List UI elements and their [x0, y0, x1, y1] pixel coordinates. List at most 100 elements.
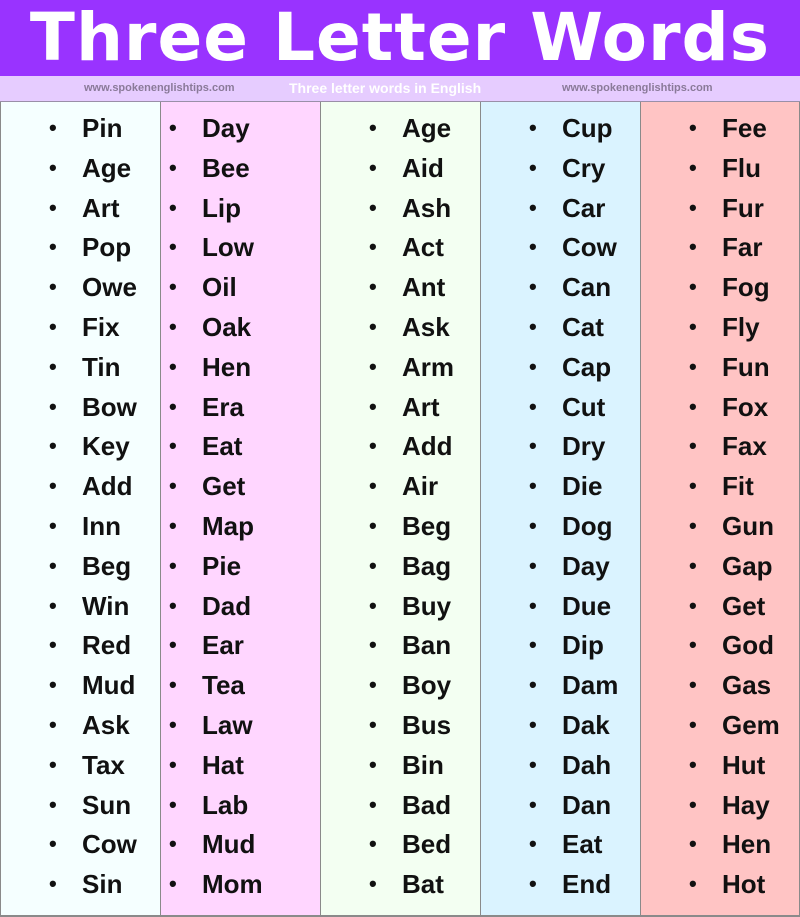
word-text: Get	[202, 471, 246, 502]
list-item: • Add	[1, 468, 160, 508]
bullet-icon: •	[369, 473, 377, 499]
bullet-icon: •	[529, 512, 537, 538]
bullet-icon: •	[689, 512, 697, 538]
bullet-icon: •	[369, 274, 377, 300]
word-text: Pin	[82, 113, 123, 143]
word-text: Fox	[722, 391, 769, 422]
bullet-icon: •	[529, 751, 537, 777]
list-item: • Ban	[321, 627, 480, 667]
bullet-icon: •	[689, 154, 697, 180]
bullet-icon: •	[689, 672, 697, 698]
bullet-icon: •	[169, 433, 177, 459]
bullet-icon: •	[169, 393, 177, 419]
list-item: • Owe	[1, 269, 160, 309]
word-text: Cap	[562, 351, 612, 382]
list-item: • Aid	[321, 150, 480, 190]
bullet-icon: •	[169, 791, 177, 817]
word-text: Tax	[82, 749, 125, 780]
word-list: • Fee • Flu • Fur • Far • Fog • Fly • Fun • Fox • Fax • Fit…	[641, 102, 799, 906]
bullet-icon: •	[689, 473, 697, 499]
bullet-icon: •	[689, 751, 697, 777]
bullet-icon: •	[529, 194, 537, 220]
word-text: Fee	[722, 113, 767, 143]
bullet-icon: •	[529, 592, 537, 618]
word-text: Act	[402, 232, 444, 263]
bullet-icon: •	[49, 313, 57, 339]
bullet-icon: •	[169, 871, 177, 897]
word-text: Boy	[402, 670, 452, 701]
word-text: Cow	[562, 232, 617, 263]
bullet-icon: •	[529, 473, 537, 499]
word-text: Day	[562, 550, 610, 581]
word-text: Bed	[402, 829, 452, 860]
word-text: Dog	[562, 510, 613, 541]
bullet-icon: •	[369, 154, 377, 180]
word-text: Cry	[562, 152, 606, 183]
list-item: • Buy	[321, 588, 480, 628]
bullet-icon: •	[369, 393, 377, 419]
bullet-icon: •	[49, 831, 57, 857]
word-list: • Pin • Age • Art • Pop • Owe • Fix • Tin • Bow • Key • Add…	[1, 102, 160, 906]
word-text: Hen	[202, 351, 252, 382]
word-text: Arm	[402, 351, 455, 382]
list-item: • Age	[1, 150, 160, 190]
word-text: God	[722, 630, 774, 661]
list-item: • Art	[321, 389, 480, 429]
bullet-icon: •	[529, 234, 537, 260]
list-item: • Fly	[641, 309, 799, 349]
list-item: • Oil	[161, 269, 320, 309]
bullet-icon: •	[169, 115, 177, 140]
word-text: Inn	[82, 510, 121, 541]
word-text: Dry	[562, 431, 606, 462]
list-item: • Dam	[481, 667, 640, 707]
list-item: • Pop	[1, 229, 160, 269]
list-item: • Red	[1, 627, 160, 667]
word-text: Tin	[82, 351, 121, 382]
bullet-icon: •	[169, 592, 177, 618]
word-text: Win	[82, 590, 130, 621]
word-text: Eat	[202, 431, 243, 462]
website-url-left: www.spokenenglishtips.com	[84, 82, 235, 94]
bullet-icon: •	[49, 751, 57, 777]
word-text: Fix	[82, 311, 120, 342]
list-item: • Hat	[161, 747, 320, 787]
word-column-2: • Day • Bee • Lip • Low • Oil • Oak • Hen • Era • Eat • Get…	[160, 102, 320, 915]
word-column-3: • Age • Aid • Ash • Act • Ant • Ask • Arm • Art • Add • Air…	[320, 102, 480, 915]
word-text: Gap	[722, 550, 773, 581]
list-item: • Ask	[321, 309, 480, 349]
word-text: Sin	[82, 869, 123, 900]
bullet-icon: •	[49, 473, 57, 499]
word-text: Lip	[202, 192, 241, 223]
word-text: Hut	[722, 749, 766, 780]
bullet-icon: •	[689, 313, 697, 339]
word-text: Can	[562, 272, 612, 303]
bullet-icon: •	[529, 154, 537, 180]
word-text: Oil	[202, 272, 237, 303]
bullet-icon: •	[529, 393, 537, 419]
bullet-icon: •	[529, 433, 537, 459]
word-text: Cup	[562, 113, 613, 143]
bullet-icon: •	[169, 313, 177, 339]
list-item: • Dip	[481, 627, 640, 667]
bullet-icon: •	[169, 473, 177, 499]
subtitle: Three letter words in English	[289, 80, 482, 96]
word-text: Mud	[202, 829, 256, 860]
bullet-icon: •	[369, 791, 377, 817]
bullet-icon: •	[49, 871, 57, 897]
list-item: • Ask	[1, 707, 160, 747]
list-item: • Sin	[1, 866, 160, 906]
list-item: • Car	[481, 190, 640, 230]
bullet-icon: •	[169, 711, 177, 737]
list-item: • Dak	[481, 707, 640, 747]
word-text: Dam	[562, 670, 619, 701]
word-text: Hot	[722, 869, 766, 900]
list-item: • Add	[321, 428, 480, 468]
list-item: • Oak	[161, 309, 320, 349]
word-text: Fur	[722, 192, 764, 223]
list-item: • Dog	[481, 508, 640, 548]
bullet-icon: •	[169, 672, 177, 698]
word-text: Bow	[82, 391, 137, 422]
list-item: • Hot	[641, 866, 799, 906]
list-item: • Day	[161, 110, 320, 150]
word-text: Mud	[82, 670, 136, 701]
